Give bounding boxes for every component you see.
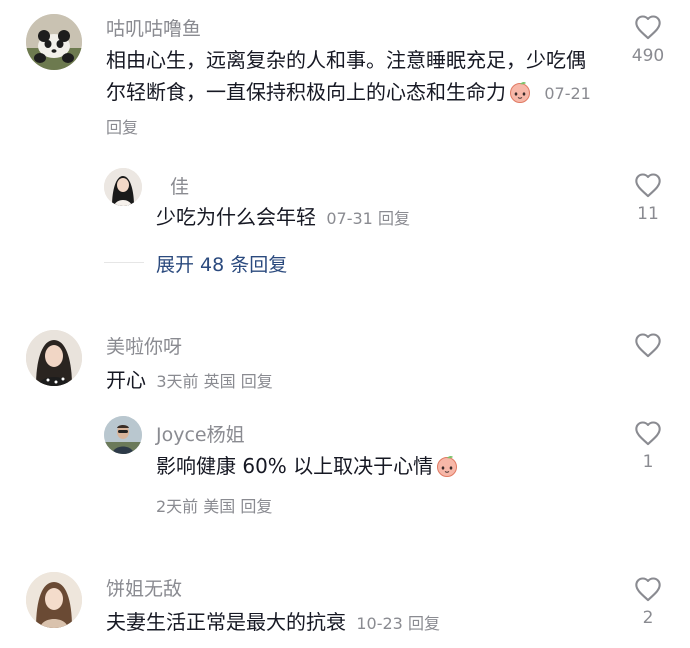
reply-date: 2天前 <box>156 497 199 516</box>
reply-date: 07-31 <box>326 209 373 228</box>
woman-avatar-icon <box>26 330 82 386</box>
woman-avatar-icon <box>104 168 142 206</box>
heart-icon <box>635 333 661 358</box>
reply-button[interactable]: 回复 <box>240 497 272 516</box>
heart-icon <box>635 173 661 198</box>
heart-icon <box>635 577 661 602</box>
comment-date: 07-21 <box>544 84 591 103</box>
comment-username[interactable]: 饼姐无敌 <box>106 574 182 601</box>
comment-date: 3天前 <box>156 372 199 391</box>
panda-avatar-icon <box>26 14 82 70</box>
user-avatar[interactable] <box>26 572 82 628</box>
comment-text: 夫妻生活正常是最大的抗衰 10-23 回复 <box>106 606 596 640</box>
peach-emoji-icon <box>508 80 532 103</box>
like-count: 1 <box>642 452 654 472</box>
reply-avatar[interactable] <box>104 416 142 454</box>
comment-body: 开心 <box>106 368 146 392</box>
reply-body: 影响健康 60% 以上取决于心情 <box>156 454 434 478</box>
comment-body: 夫妻生活正常是最大的抗衰 <box>106 610 346 634</box>
expand-replies-button[interactable]: 展开 48 条回复 <box>156 250 287 277</box>
like-count: 2 <box>642 608 654 628</box>
reply-body: 少吃为什么会年轻 <box>156 205 316 229</box>
like-button[interactable]: 490 <box>618 14 678 66</box>
reply-button[interactable]: 回复 <box>241 372 273 391</box>
reply-button[interactable]: 回复 <box>106 118 138 137</box>
comment-item: 饼姐无敌 夫妻生活正常是最大的抗衰 10-23 回复 2 <box>0 540 690 648</box>
user-avatar[interactable] <box>26 330 82 386</box>
reply-meta: 2天前 美国 回复 <box>156 493 272 517</box>
user-avatar[interactable] <box>26 14 82 70</box>
comment-text: 相由心生，远离复杂的人和事。注意睡眠充足，少吃偶尔轻断食，一直保持积极向上的心态… <box>106 44 596 144</box>
man-avatar-icon <box>104 416 142 454</box>
comment-date: 10-23 <box>356 614 403 633</box>
reply-button[interactable]: 回复 <box>378 209 410 228</box>
reply-username[interactable]: Joyce杨姐 <box>156 420 245 447</box>
reply-location: 美国 <box>203 497 236 516</box>
comment-username[interactable]: 美啦你呀 <box>106 332 182 359</box>
heart-icon <box>635 15 661 40</box>
comment-location: 英国 <box>203 372 236 391</box>
comment-item: 咕叽咕噜鱼 相由心生，远离复杂的人和事。注意睡眠充足，少吃偶尔轻断食，一直保持积… <box>0 0 690 300</box>
like-button[interactable]: 1 <box>618 420 678 472</box>
woman-avatar-icon <box>26 572 82 628</box>
reply-text: 少吃为什么会年轻 07-31 回复 <box>156 201 596 235</box>
reply-username[interactable]: 佳 <box>170 172 189 199</box>
like-button[interactable]: 2 <box>618 576 678 628</box>
heart-icon <box>635 421 661 446</box>
comment-text: 开心 3天前 英国 回复 <box>106 364 596 398</box>
like-button[interactable] <box>618 332 678 364</box>
peach-emoji-icon <box>435 454 459 477</box>
comment-item: 美啦你呀 开心 3天前 英国 回复 Joyce杨姐 影响健康 60% 以上取决于… <box>0 300 690 540</box>
comment-username[interactable]: 咕叽咕噜鱼 <box>106 14 201 41</box>
reply-avatar[interactable] <box>104 168 142 206</box>
like-button[interactable]: 11 <box>618 172 678 224</box>
like-count: 490 <box>631 46 665 66</box>
reply-text: 影响健康 60% 以上取决于心情 <box>156 450 596 482</box>
expand-divider <box>104 262 144 263</box>
like-count: 11 <box>637 204 659 224</box>
reply-button[interactable]: 回复 <box>408 614 440 633</box>
